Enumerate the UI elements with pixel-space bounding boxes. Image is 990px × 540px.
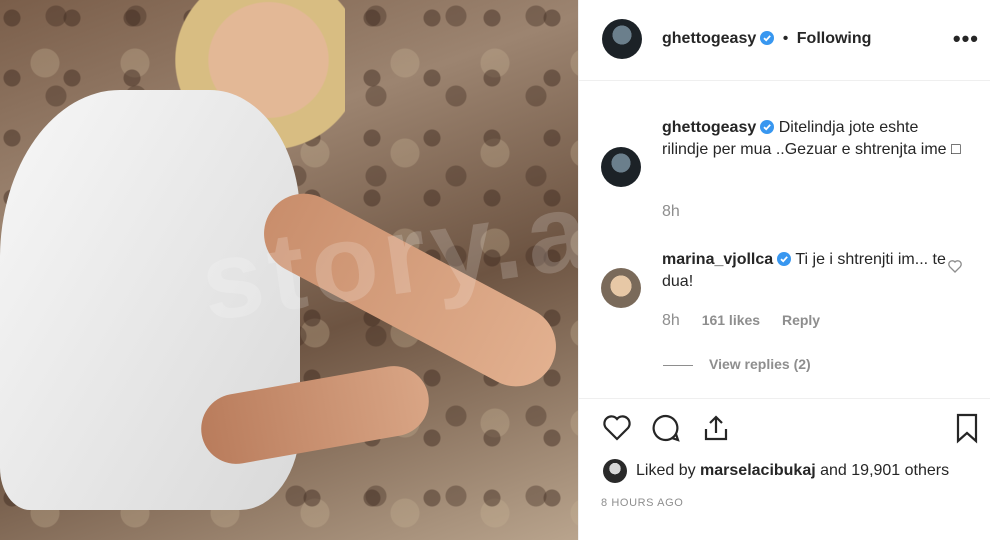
more-options-icon[interactable]: ••• bbox=[953, 26, 979, 52]
commenter-username[interactable]: marina_vjollca bbox=[662, 251, 773, 268]
comment-age: 8h bbox=[662, 312, 680, 329]
author-avatar[interactable] bbox=[602, 19, 642, 59]
replies-divider bbox=[663, 364, 693, 366]
caption-age: 8h bbox=[662, 203, 680, 220]
bookmark-icon[interactable] bbox=[951, 412, 983, 444]
post-photo[interactable]: story.al bbox=[0, 0, 578, 540]
commenter-avatar[interactable] bbox=[601, 268, 641, 308]
comment: marina_vjollca Ti je i shtrenjti im... t… bbox=[662, 249, 962, 293]
view-replies[interactable]: View replies (2) bbox=[663, 356, 811, 372]
view-replies-label[interactable]: View replies (2) bbox=[709, 356, 811, 372]
verified-icon bbox=[760, 120, 775, 134]
caption: ghettogeasy Ditelindja jote eshte rilind… bbox=[662, 117, 962, 161]
comment-meta: 8h 161 likes Reply bbox=[662, 312, 820, 330]
share-icon[interactable] bbox=[700, 412, 732, 444]
liker-avatar[interactable] bbox=[603, 459, 627, 483]
post-side-panel: ghettogeasy • Following ••• ghettogeasy … bbox=[578, 0, 990, 540]
follow-status-button[interactable]: Following bbox=[797, 30, 872, 47]
verified-icon bbox=[760, 31, 775, 45]
liked-by: Liked by marselacibukaj and 19,901 other… bbox=[636, 462, 949, 480]
comment-likes[interactable]: 161 likes bbox=[702, 312, 760, 328]
comment-like-icon[interactable] bbox=[947, 258, 963, 274]
actions-divider bbox=[579, 398, 990, 399]
separator-dot: • bbox=[782, 30, 789, 47]
caption-username[interactable]: ghettogeasy bbox=[662, 119, 756, 136]
reply-button[interactable]: Reply bbox=[782, 312, 820, 328]
liked-by-prefix: Liked by bbox=[636, 462, 696, 479]
liked-by-suffix[interactable]: and 19,901 others bbox=[820, 462, 949, 479]
caption-author-avatar[interactable] bbox=[601, 147, 641, 187]
author-username[interactable]: ghettogeasy bbox=[662, 30, 756, 47]
like-icon[interactable] bbox=[601, 412, 633, 444]
liked-by-user[interactable]: marselacibukaj bbox=[700, 462, 816, 479]
post-header: ghettogeasy • Following ••• bbox=[579, 0, 990, 81]
header-author: ghettogeasy • Following bbox=[662, 30, 871, 48]
comment-icon[interactable] bbox=[650, 412, 682, 444]
verified-icon bbox=[777, 252, 792, 266]
post-timestamp: 8 HOURS AGO bbox=[601, 497, 684, 509]
